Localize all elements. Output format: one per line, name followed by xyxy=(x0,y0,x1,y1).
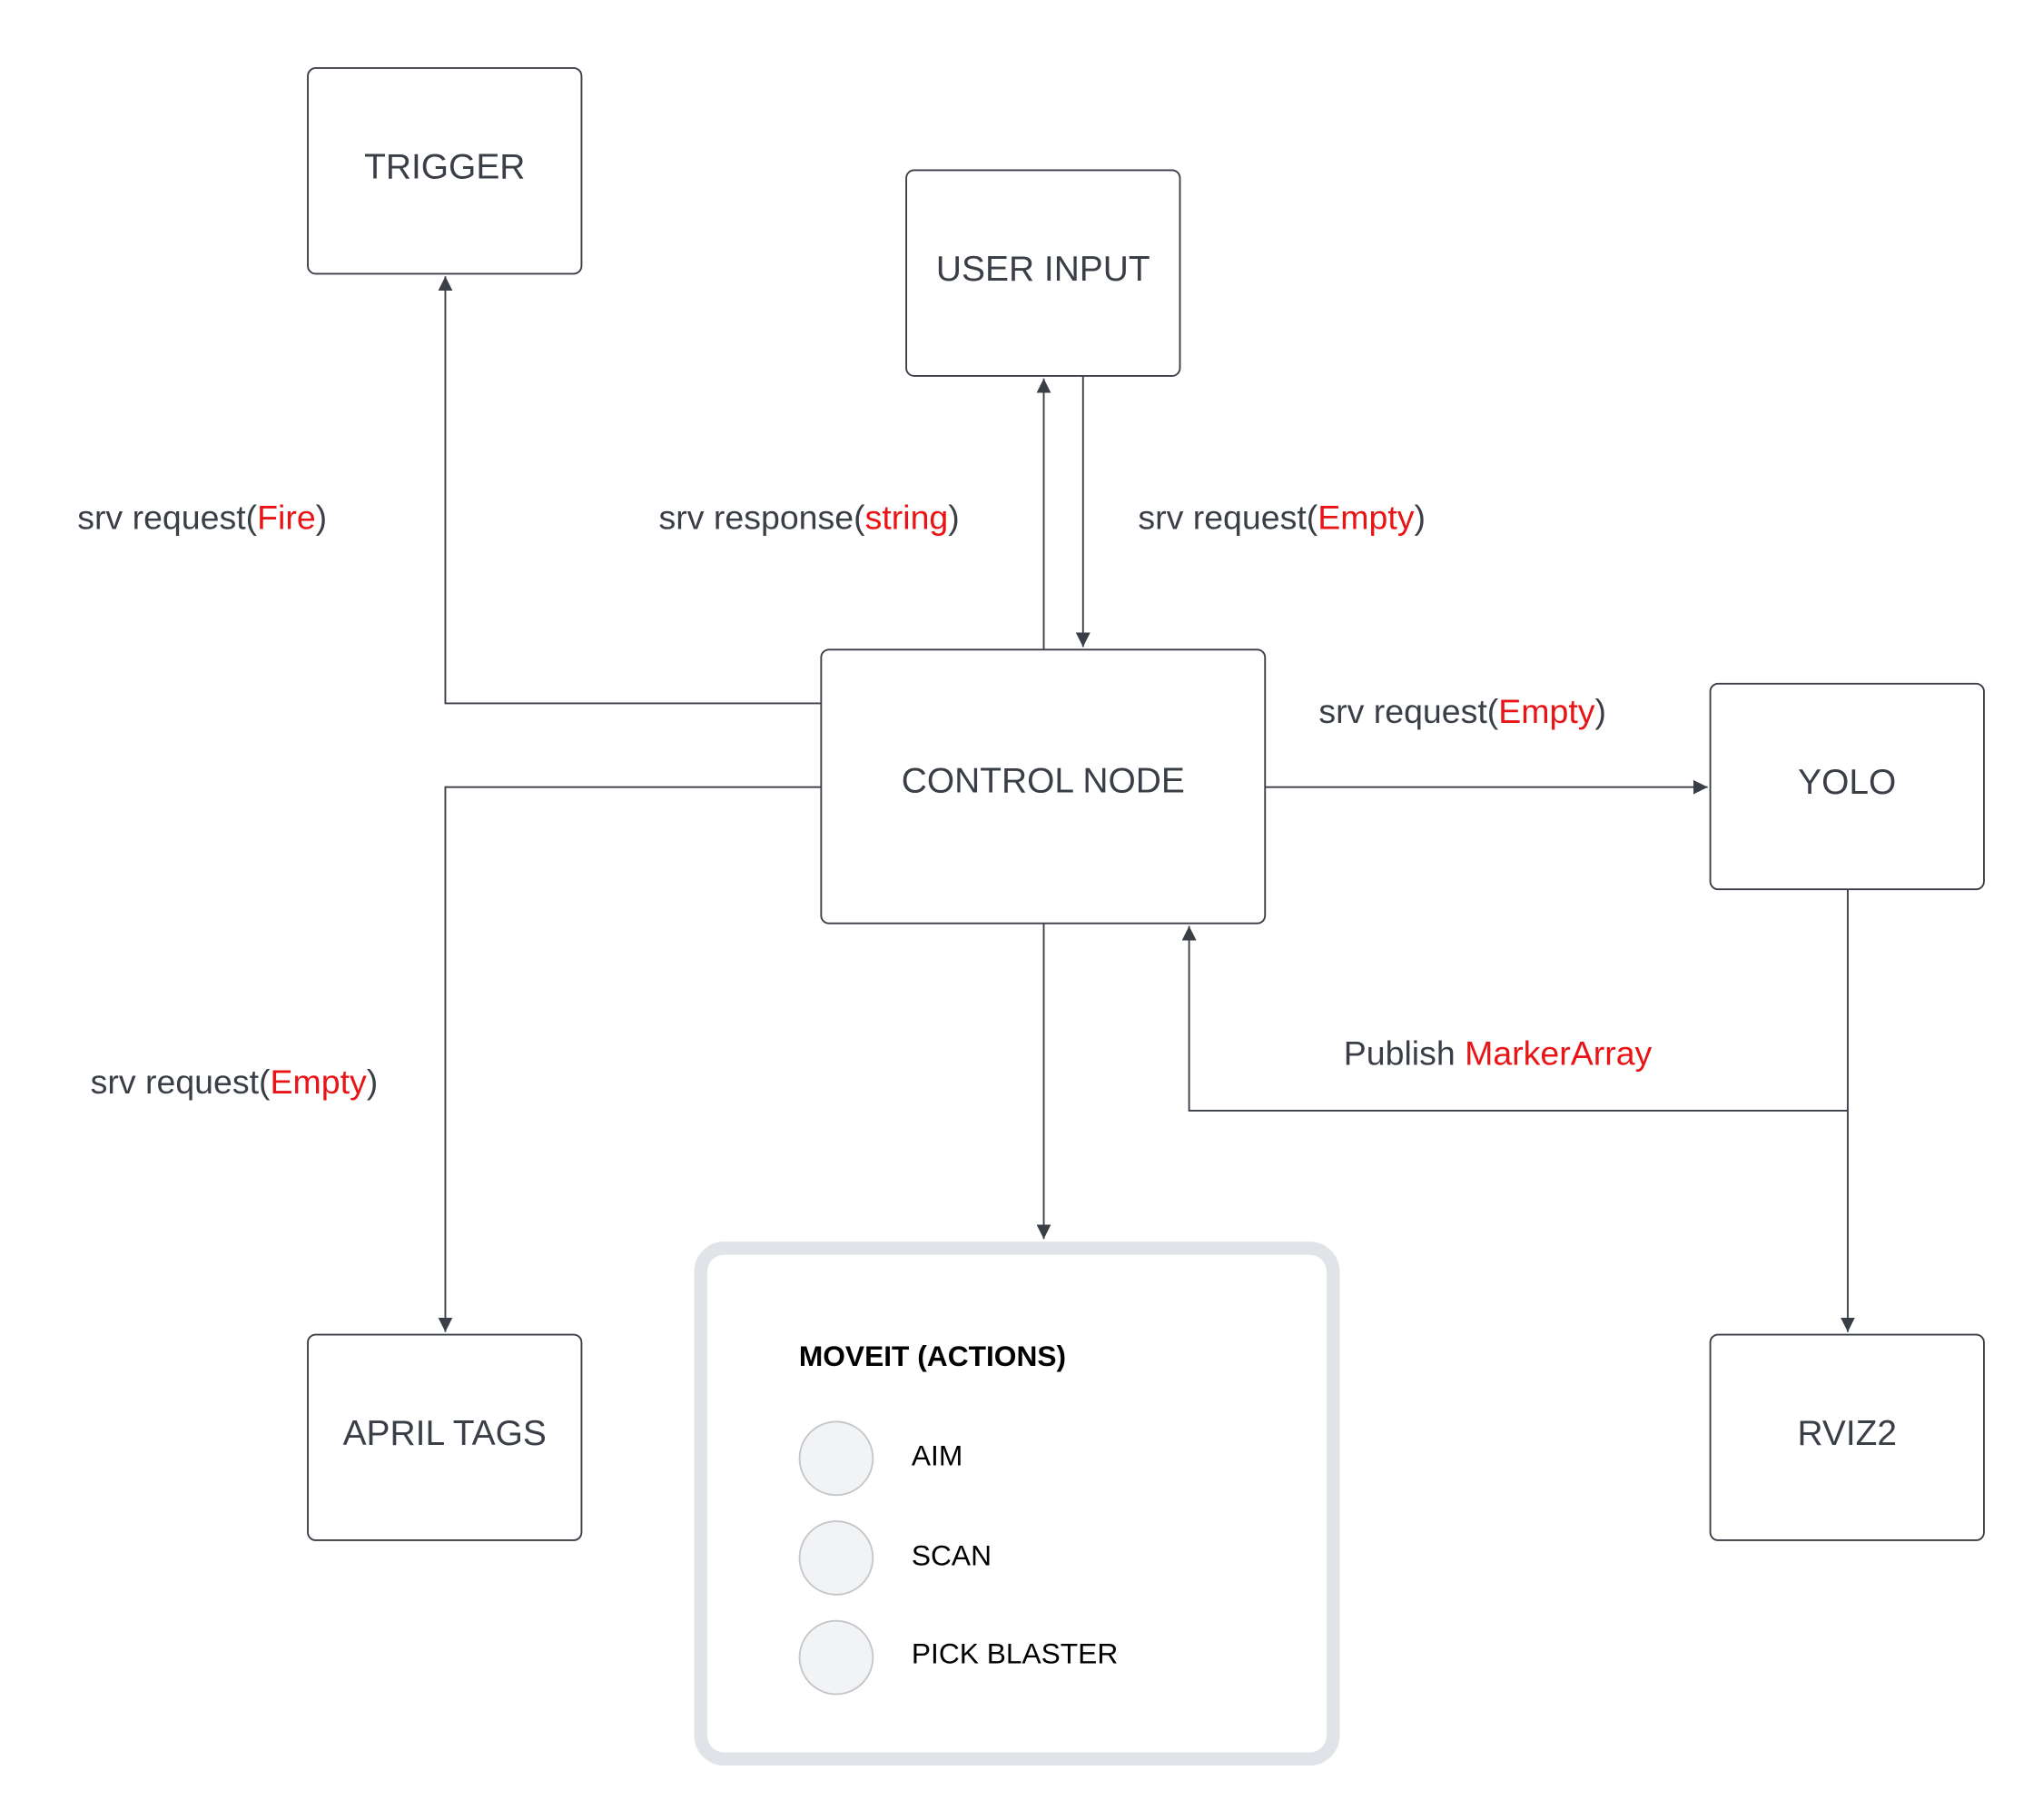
label-user-request: srv request(Empty) xyxy=(1138,499,1426,537)
node-label: YOLO xyxy=(1798,763,1896,802)
edge-yolo-to-control xyxy=(1181,925,1848,1112)
label-fire-request: srv request(Fire) xyxy=(77,499,327,537)
action-label: SCAN xyxy=(912,1538,992,1571)
node-april-tags: APRIL TAGS xyxy=(307,1333,583,1541)
action-circle-icon xyxy=(798,1520,874,1596)
action-label: PICK BLASTER xyxy=(912,1637,1118,1670)
label-april-request: srv request(Empty) xyxy=(91,1063,379,1101)
label-publish: Publish MarkerArray xyxy=(1344,1034,1653,1072)
node-label: TRIGGER xyxy=(364,147,525,186)
node-label: APRIL TAGS xyxy=(343,1414,547,1453)
node-control: CONTROL NODE xyxy=(820,648,1267,925)
node-rviz2: RVIZ2 xyxy=(1709,1333,1985,1541)
label-string-response: srv response(string) xyxy=(659,499,960,537)
node-trigger: TRIGGER xyxy=(307,67,583,275)
action-circle-icon xyxy=(798,1420,874,1497)
node-label: CONTROL NODE xyxy=(902,762,1185,801)
moveit-container: MOVEIT (ACTIONS) AIM SCAN PICK BLASTER xyxy=(694,1241,1340,1766)
action-label: AIM xyxy=(912,1439,962,1472)
node-yolo: YOLO xyxy=(1709,682,1985,891)
node-label: USER INPUT xyxy=(936,250,1150,289)
node-label: RVIZ2 xyxy=(1797,1414,1897,1453)
moveit-title: MOVEIT (ACTIONS) xyxy=(799,1340,1066,1372)
label-yolo-request: srv request(Empty) xyxy=(1318,692,1606,730)
node-user-input: USER INPUT xyxy=(905,169,1181,377)
edge-control-to-trigger xyxy=(438,276,822,705)
action-circle-icon xyxy=(798,1619,874,1696)
architecture-diagram: TRIGGER USER INPUT CONTROL NODE YOLO APR… xyxy=(77,67,1985,1766)
